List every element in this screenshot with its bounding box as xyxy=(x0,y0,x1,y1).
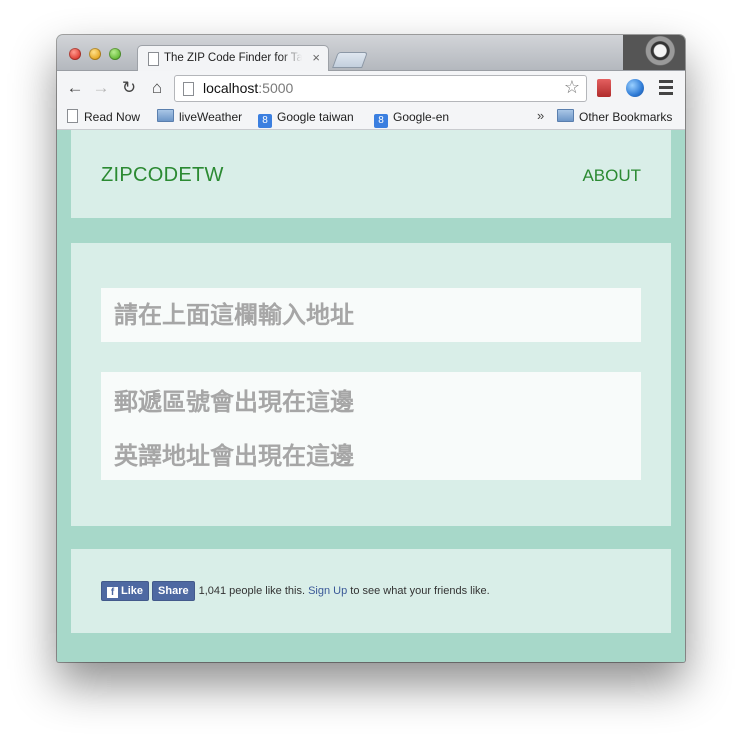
window-zoom-button[interactable] xyxy=(109,48,121,60)
browser-toolbar: ← → ↻ ⌂ localhost:5000 ☆ xyxy=(57,71,685,105)
page-icon xyxy=(148,52,159,66)
about-link[interactable]: ABOUT xyxy=(582,166,641,186)
bookmarks-overflow-chevron-icon[interactable]: » xyxy=(537,108,544,123)
profile-avatar[interactable] xyxy=(623,35,685,70)
bookmark-google-en[interactable]: 8 Google-en xyxy=(374,109,450,128)
bookmark-extension-icon[interactable] xyxy=(597,79,611,97)
forward-arrow-icon[interactable]: → xyxy=(91,78,111,98)
bookmark-google-taiwan[interactable]: 8 Google taiwan xyxy=(258,109,354,128)
window-minimize-button[interactable] xyxy=(89,48,101,60)
main-panel: 郵遞區號會出現在這邊 英譯地址會出現在這邊 xyxy=(71,243,671,526)
browser-tab-active[interactable]: The ZIP Code Finder for Taiwan × xyxy=(137,45,329,72)
bookmark-star-icon[interactable]: ☆ xyxy=(564,77,580,98)
tab-strip: The ZIP Code Finder for Taiwan × xyxy=(57,35,685,72)
menu-icon[interactable] xyxy=(659,80,673,98)
folder-icon xyxy=(557,109,574,122)
home-icon[interactable]: ⌂ xyxy=(147,78,167,98)
like-count-pre: 1,041 people like this. xyxy=(198,585,306,597)
address-input[interactable] xyxy=(101,288,641,342)
bookmark-liveweather[interactable]: liveWeather xyxy=(157,109,242,125)
facebook-like-button[interactable]: f Like xyxy=(101,581,150,601)
page-content: ZIPCODETW ABOUT 郵遞區號會出現在這邊 英譯地址會出現在這邊 fL… xyxy=(57,130,685,662)
google-icon: 8 xyxy=(258,114,272,128)
bookmark-label: Google-en xyxy=(393,110,450,124)
tab-title: The ZIP Code Finder for Taiwan xyxy=(164,52,302,64)
facebook-share-button[interactable]: Share xyxy=(152,581,195,601)
address-bar-url: localhost:5000 xyxy=(203,80,293,96)
english-address-result: 英譯地址會出現在這邊 xyxy=(114,442,354,470)
url-port: :5000 xyxy=(258,80,294,96)
address-bar[interactable]: localhost:5000 ☆ xyxy=(174,75,587,102)
reload-icon[interactable]: ↻ xyxy=(119,78,139,98)
url-host: localhost xyxy=(203,80,259,96)
result-box: 郵遞區號會出現在這邊 英譯地址會出現在這邊 xyxy=(101,372,641,480)
browser-window: The ZIP Code Finder for Taiwan × ← → ↻ ⌂… xyxy=(57,35,685,662)
new-tab-button[interactable] xyxy=(332,52,368,68)
back-arrow-icon[interactable]: ← xyxy=(65,78,85,98)
bookmark-other-bookmarks[interactable]: Other Bookmarks xyxy=(557,109,672,125)
globe-extension-icon[interactable] xyxy=(626,79,644,97)
site-header: ZIPCODETW ABOUT xyxy=(71,130,671,218)
site-brand[interactable]: ZIPCODETW xyxy=(101,164,224,187)
bookmark-label: Other Bookmarks xyxy=(579,110,673,124)
page-icon xyxy=(183,82,194,96)
bookmarks-bar: Read Now liveWeather 8 Google taiwan 8 Goo… xyxy=(57,105,685,130)
page-icon xyxy=(67,109,78,123)
like-label: Like xyxy=(121,585,144,597)
facebook-like-widget: f Like Share 1,041 people like this. Sign U… xyxy=(101,581,490,601)
facebook-icon: f xyxy=(107,587,118,598)
site-footer: f Like Share 1,041 people like this. Sign U… xyxy=(71,549,671,633)
google-icon: 8 xyxy=(374,114,388,128)
like-count-post: to see what your friends like. xyxy=(350,585,490,597)
bookmark-label: Google taiwan xyxy=(277,110,354,124)
tab-close-icon[interactable]: × xyxy=(312,50,320,65)
bookmark-label: liveWeather xyxy=(179,110,243,124)
folder-icon xyxy=(157,109,174,122)
bookmark-label: Read Now xyxy=(84,110,141,124)
zipcode-result: 郵遞區號會出現在這邊 xyxy=(114,388,354,416)
window-close-button[interactable] xyxy=(69,48,81,60)
like-count-text: 1,041 people like this. Sign Up to see w… xyxy=(199,585,490,597)
signup-link[interactable]: Sign Up xyxy=(308,585,347,597)
bookmark-read-now[interactable]: Read Now xyxy=(67,109,140,125)
